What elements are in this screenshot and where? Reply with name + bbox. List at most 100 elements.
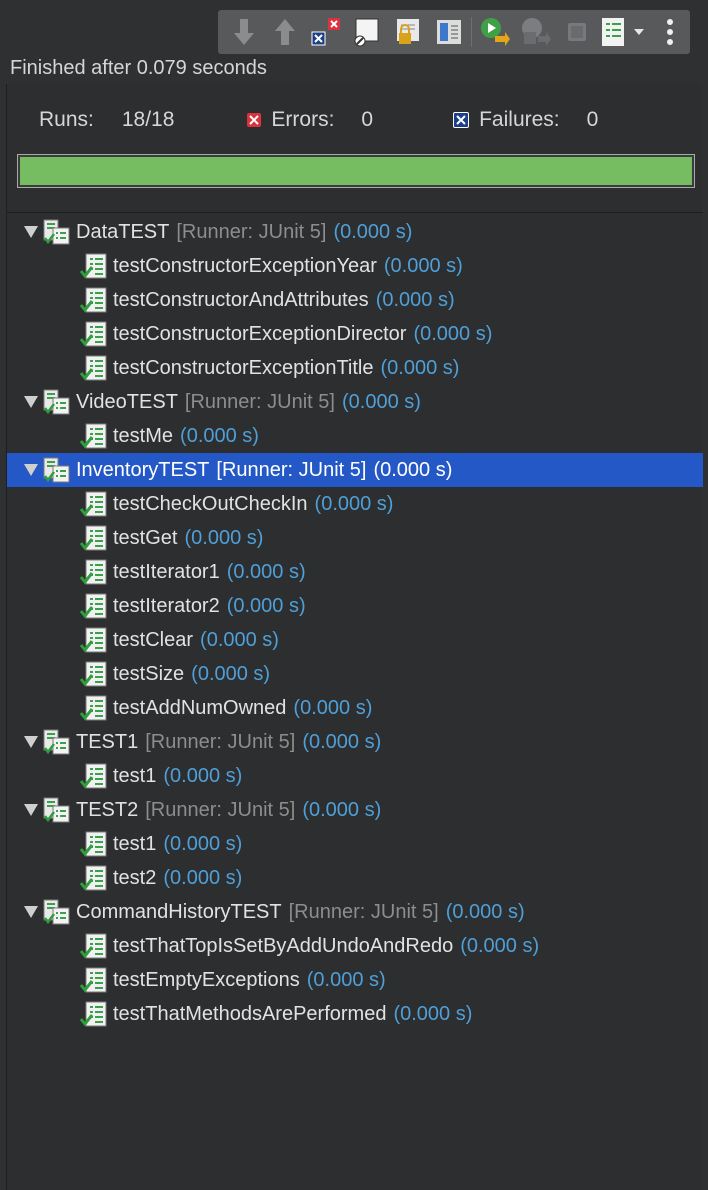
test-name: testIterator1 xyxy=(113,560,220,583)
junit-toolbar xyxy=(218,10,690,54)
test-name: testThatMethodsArePerformed xyxy=(113,1002,387,1025)
test-runner: [Runner: JUnit 5] xyxy=(184,390,335,413)
test-name: testClear xyxy=(113,628,194,651)
view-menu-icon[interactable] xyxy=(649,10,690,54)
expand-toggle-icon[interactable] xyxy=(22,461,40,479)
progress-fill xyxy=(20,157,692,185)
failure-icon xyxy=(453,112,470,128)
test-time: (0.000 s) xyxy=(226,594,306,617)
test-case-row[interactable]: test2 (0.000 s) xyxy=(7,861,703,895)
expand-toggle-icon[interactable] xyxy=(22,223,40,241)
expand-toggle-icon[interactable] xyxy=(22,393,40,411)
runs-stat: Runs: 18/18 xyxy=(39,108,174,132)
error-icon xyxy=(247,113,262,127)
test-case-row[interactable]: testGet (0.000 s) xyxy=(7,521,703,555)
test-time: (0.000 s) xyxy=(200,628,279,651)
test-case-row[interactable]: testCheckOutCheckIn (0.000 s) xyxy=(7,487,703,521)
test-case-row[interactable]: testConstructorExceptionYear (0.000 s) xyxy=(7,249,703,283)
rerun-test-icon[interactable] xyxy=(474,10,515,54)
test-suite-row[interactable]: InventoryTEST [Runner: JUnit 5] (0.000 s) xyxy=(7,453,703,487)
test-case-row[interactable]: testConstructorExceptionTitle (0.000 s) xyxy=(7,351,703,385)
test-passed-icon xyxy=(79,591,109,621)
test-name: CommandHistoryTEST xyxy=(76,900,282,923)
test-name: test1 xyxy=(113,764,157,787)
test-name: testEmptyExceptions xyxy=(113,968,300,991)
test-time: (0.000 s) xyxy=(413,322,493,345)
test-name: testConstructorExceptionYear xyxy=(113,254,377,277)
test-time: (0.000 s) xyxy=(445,900,525,923)
layout-icon[interactable] xyxy=(429,10,470,54)
test-name: testSize xyxy=(113,662,185,685)
test-name: testConstructorAndAttributes xyxy=(113,288,369,311)
expand-toggle-icon[interactable] xyxy=(22,801,40,819)
test-run-history-icon[interactable] xyxy=(597,10,649,54)
expand-toggle-icon[interactable] xyxy=(22,903,40,921)
test-case-row[interactable]: testIterator2 (0.000 s) xyxy=(7,589,703,623)
test-time: (0.000 s) xyxy=(460,934,540,957)
test-name: testConstructorExceptionDirector xyxy=(113,322,407,345)
test-time: (0.000 s) xyxy=(180,424,259,447)
test-suite-passed-icon xyxy=(42,795,72,825)
test-passed-icon xyxy=(79,863,109,893)
rerun-failed-first-icon[interactable] xyxy=(515,10,556,54)
test-suite-row[interactable]: DataTEST [Runner: JUnit 5] (0.000 s) xyxy=(7,215,703,249)
test-time: (0.000 s) xyxy=(333,220,413,243)
test-time: (0.000 s) xyxy=(380,356,460,379)
test-time: (0.000 s) xyxy=(226,560,306,583)
test-name: test1 xyxy=(113,832,157,855)
expand-toggle-icon[interactable] xyxy=(22,733,40,751)
test-case-row[interactable]: testSize (0.000 s) xyxy=(7,657,703,691)
failures-value: 0 xyxy=(586,108,599,131)
tree-divider xyxy=(7,212,703,213)
test-time: (0.000 s) xyxy=(306,968,386,991)
test-runner: [Runner: JUnit 5] xyxy=(288,900,439,923)
test-passed-icon xyxy=(79,489,109,519)
test-suite-row[interactable]: TEST2 [Runner: JUnit 5] (0.000 s) xyxy=(7,793,703,827)
test-name: InventoryTEST xyxy=(76,458,210,481)
test-case-row[interactable]: test1 (0.000 s) xyxy=(7,827,703,861)
previous-failure-icon[interactable] xyxy=(265,10,306,54)
test-passed-icon xyxy=(79,285,109,315)
test-suite-row[interactable]: TEST1 [Runner: JUnit 5] (0.000 s) xyxy=(7,725,703,759)
junit-panel: Runs: 18/18 Errors: 0 Failures: 0 DataTE… xyxy=(6,84,703,1190)
test-runner: [Runner: JUnit 5] xyxy=(145,730,296,753)
test-time: (0.000 s) xyxy=(314,492,394,515)
test-time: (0.000 s) xyxy=(393,1002,473,1025)
errors-label: Errors: xyxy=(271,108,335,131)
test-passed-icon xyxy=(79,625,109,655)
test-passed-icon xyxy=(79,659,109,689)
test-case-row[interactable]: testThatTopIsSetByAddUndoAndRedo (0.000 s… xyxy=(7,929,703,963)
test-passed-icon xyxy=(79,251,109,281)
test-suite-passed-icon xyxy=(42,387,72,417)
test-tree[interactable]: DataTEST [Runner: JUnit 5] (0.000 s) testCo… xyxy=(7,215,703,1031)
test-case-row[interactable]: testEmptyExceptions (0.000 s) xyxy=(7,963,703,997)
stop-icon[interactable] xyxy=(556,10,597,54)
test-passed-icon xyxy=(79,931,109,961)
test-case-row[interactable]: testConstructorExceptionDirector (0.000 s… xyxy=(7,317,703,351)
scroll-lock-icon[interactable] xyxy=(388,10,429,54)
test-case-row[interactable]: testThatMethodsArePerformed (0.000 s) xyxy=(7,997,703,1031)
test-case-row[interactable]: testMe (0.000 s) xyxy=(7,419,703,453)
test-suite-passed-icon xyxy=(42,455,72,485)
test-case-row[interactable]: testConstructorAndAttributes (0.000 s) xyxy=(7,283,703,317)
test-passed-icon xyxy=(79,693,109,723)
test-suite-row[interactable]: VideoTEST [Runner: JUnit 5] (0.000 s) xyxy=(7,385,703,419)
test-suite-passed-icon xyxy=(42,897,72,927)
failures-stat: Failures: 0 xyxy=(453,108,598,132)
next-failure-icon[interactable] xyxy=(224,10,265,54)
test-case-row[interactable]: testAddNumOwned (0.000 s) xyxy=(7,691,703,725)
test-passed-icon xyxy=(79,965,109,995)
test-name: testConstructorExceptionTitle xyxy=(113,356,374,379)
test-case-row[interactable]: testClear (0.000 s) xyxy=(7,623,703,657)
show-failures-only-icon[interactable] xyxy=(306,10,347,54)
test-time: (0.000 s) xyxy=(373,458,453,481)
test-progress-bar xyxy=(17,154,695,188)
test-case-row[interactable]: test1 (0.000 s) xyxy=(7,759,703,793)
show-skipped-only-icon[interactable] xyxy=(347,10,388,54)
test-name: testAddNumOwned xyxy=(113,696,287,719)
test-time: (0.000 s) xyxy=(293,696,373,719)
toolbar-separator xyxy=(471,17,473,47)
test-case-row[interactable]: testIterator1 (0.000 s) xyxy=(7,555,703,589)
test-name: testIterator2 xyxy=(113,594,220,617)
test-suite-row[interactable]: CommandHistoryTEST [Runner: JUnit 5] (0.00… xyxy=(7,895,703,929)
